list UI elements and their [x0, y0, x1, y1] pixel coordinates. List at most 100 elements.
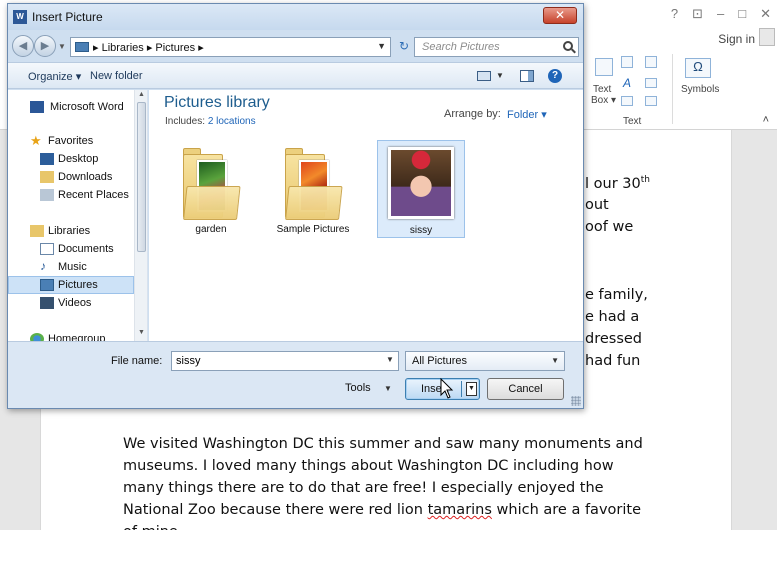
image-thumbnail	[388, 147, 454, 219]
dialog-titlebar[interactable]: W Insert Picture ✕	[8, 4, 583, 30]
locations-link[interactable]: 2 locations	[208, 116, 256, 127]
insert-picture-dialog: W Insert Picture ✕ ◀ ▶ ▼ ▸ Libraries ▸ P…	[7, 3, 584, 409]
symbol-icon[interactable]: Ω	[685, 58, 711, 78]
address-dropdown-icon[interactable]: ▼	[377, 41, 386, 51]
help-icon[interactable]: ?	[548, 69, 562, 83]
nav-item-favorites[interactable]: ★ Favorites	[8, 132, 134, 150]
tools-dropdown-icon[interactable]: ▼	[384, 384, 392, 393]
nav-item-documents[interactable]: Documents	[8, 240, 134, 258]
cancel-button[interactable]: Cancel	[487, 378, 564, 400]
mouse-cursor-icon	[440, 378, 454, 399]
file-item-sample-pictures[interactable]: Sample Pictures	[269, 140, 357, 238]
file-name-input[interactable]	[171, 351, 399, 371]
minimize-button[interactable]: –	[717, 6, 724, 22]
doc-text-fragment: dressed	[585, 331, 643, 347]
preview-pane-icon[interactable]	[520, 70, 534, 82]
sign-in-link[interactable]: Sign in	[718, 32, 755, 46]
nav-item-music[interactable]: ♪ Music	[8, 258, 134, 276]
doc-text-fragment: e had a	[585, 309, 640, 325]
breadcrumb[interactable]: ▸ Libraries ▸ Pictures ▸	[93, 41, 204, 54]
address-bar[interactable]: ▸ Libraries ▸ Pictures ▸ ▼	[70, 37, 391, 57]
text-group-label: Text	[623, 116, 642, 127]
recent-pages-dropdown-icon[interactable]: ▼	[58, 42, 66, 51]
close-window-button[interactable]: ✕	[760, 6, 771, 22]
scroll-down-icon[interactable]: ▼	[138, 329, 145, 336]
ribbon-display-button[interactable]: ⊡	[692, 6, 703, 22]
nav-item-label: Libraries	[48, 225, 91, 237]
ribbon-separator	[672, 54, 673, 124]
resize-grip[interactable]	[571, 396, 581, 406]
symbols-label[interactable]: Symbols	[681, 84, 719, 95]
back-button[interactable]: ◀	[12, 35, 34, 57]
nav-item-microsoft-word[interactable]: Microsoft Word	[8, 98, 134, 116]
scroll-up-icon[interactable]: ▲	[138, 91, 145, 98]
date-time-icon[interactable]	[645, 78, 657, 88]
drop-cap-icon[interactable]	[621, 96, 633, 106]
quick-parts-icon[interactable]	[621, 56, 633, 68]
navigation-scrollbar[interactable]: ▲ ▼	[134, 90, 147, 341]
desktop-icon	[40, 153, 54, 165]
videos-icon	[40, 297, 54, 309]
misspelled-word[interactable]: tamarins	[428, 502, 492, 518]
nav-item-desktop[interactable]: Desktop	[8, 150, 134, 168]
file-item-sissy[interactable]: sissy	[377, 140, 465, 238]
wordart-icon[interactable]: A	[623, 77, 631, 89]
doc-text-fragment: e family,	[585, 287, 648, 303]
documents-icon	[40, 243, 54, 255]
doc-text-fragment: out	[585, 197, 609, 213]
document-paragraph[interactable]: We visited Washington DC this summer and…	[123, 433, 663, 543]
nav-item-libraries[interactable]: Libraries	[8, 222, 134, 240]
change-view-icon[interactable]	[477, 71, 491, 81]
dialog-footer: File name: ▼ All Pictures ▼ Tools ▼ Inse…	[8, 341, 583, 408]
collapse-ribbon-icon[interactable]: ˄	[763, 114, 769, 126]
avatar[interactable]	[759, 28, 775, 46]
file-name-label: sissy	[409, 225, 433, 236]
text-box-label[interactable]: Text	[593, 84, 611, 95]
library-includes: Includes: 2 locations	[165, 116, 256, 127]
dialog-title: Insert Picture	[32, 10, 103, 24]
new-folder-button[interactable]: New folder	[90, 70, 143, 82]
text-box-label-2[interactable]: Box ▾	[591, 95, 616, 106]
maximize-button[interactable]: □	[738, 6, 746, 22]
file-name-label: File name:	[111, 355, 163, 367]
tools-menu-button[interactable]: Tools	[345, 382, 371, 394]
nav-item-downloads[interactable]: Downloads	[8, 168, 134, 186]
nav-item-homegroup[interactable]: Homegroup	[8, 330, 134, 341]
search-icon[interactable]	[563, 41, 573, 51]
file-list-pane: Pictures library Includes: 2 locations A…	[149, 90, 583, 341]
file-item-garden[interactable]: garden	[167, 140, 255, 238]
organize-menu-button[interactable]: Organize ▾	[28, 70, 81, 83]
ribbon-text-group: Text Box ▾ A Ω Symbols Text	[585, 52, 735, 128]
insert-options-dropdown-icon[interactable]: ▼	[466, 382, 477, 396]
chevron-down-icon[interactable]: ▼	[551, 356, 559, 365]
star-icon: ★	[30, 133, 42, 148]
pictures-icon	[40, 279, 54, 291]
forward-button[interactable]: ▶	[34, 35, 56, 57]
command-bar: Organize ▾ New folder ▼ ?	[8, 62, 583, 89]
paragraph-line: We visited Washington DC this summer and…	[123, 436, 643, 452]
nav-item-label: Desktop	[58, 153, 99, 165]
view-options-dropdown-icon[interactable]: ▼	[496, 71, 504, 80]
nav-item-pictures[interactable]: Pictures	[8, 276, 134, 294]
libraries-icon	[30, 225, 44, 237]
nav-item-recent-places[interactable]: Recent Places	[8, 186, 134, 204]
object-icon[interactable]	[645, 96, 657, 106]
refresh-icon[interactable]: ↻	[394, 37, 414, 57]
close-dialog-button[interactable]: ✕	[543, 7, 577, 24]
scrollbar-thumb[interactable]	[137, 102, 146, 252]
paragraph-line: National Zoo because there were red lion…	[123, 502, 641, 518]
doc-text-fragment: oof we	[585, 219, 634, 235]
nav-item-videos[interactable]: Videos	[8, 294, 134, 312]
file-type-select[interactable]: All Pictures ▼	[405, 351, 565, 371]
help-button[interactable]: ?	[671, 6, 678, 22]
search-input[interactable]: Search Pictures	[414, 37, 579, 57]
signature-line-icon[interactable]	[645, 56, 657, 68]
file-name-dropdown-icon[interactable]: ▼	[386, 355, 394, 364]
nav-item-label: Documents	[58, 243, 114, 255]
arrange-by-dropdown[interactable]: Folder ▾	[507, 108, 547, 121]
split-divider	[461, 381, 462, 397]
nav-item-label: Music	[58, 261, 87, 273]
nav-item-label: Videos	[58, 297, 92, 309]
text-box-icon[interactable]	[595, 58, 613, 76]
music-icon: ♪	[40, 259, 46, 273]
